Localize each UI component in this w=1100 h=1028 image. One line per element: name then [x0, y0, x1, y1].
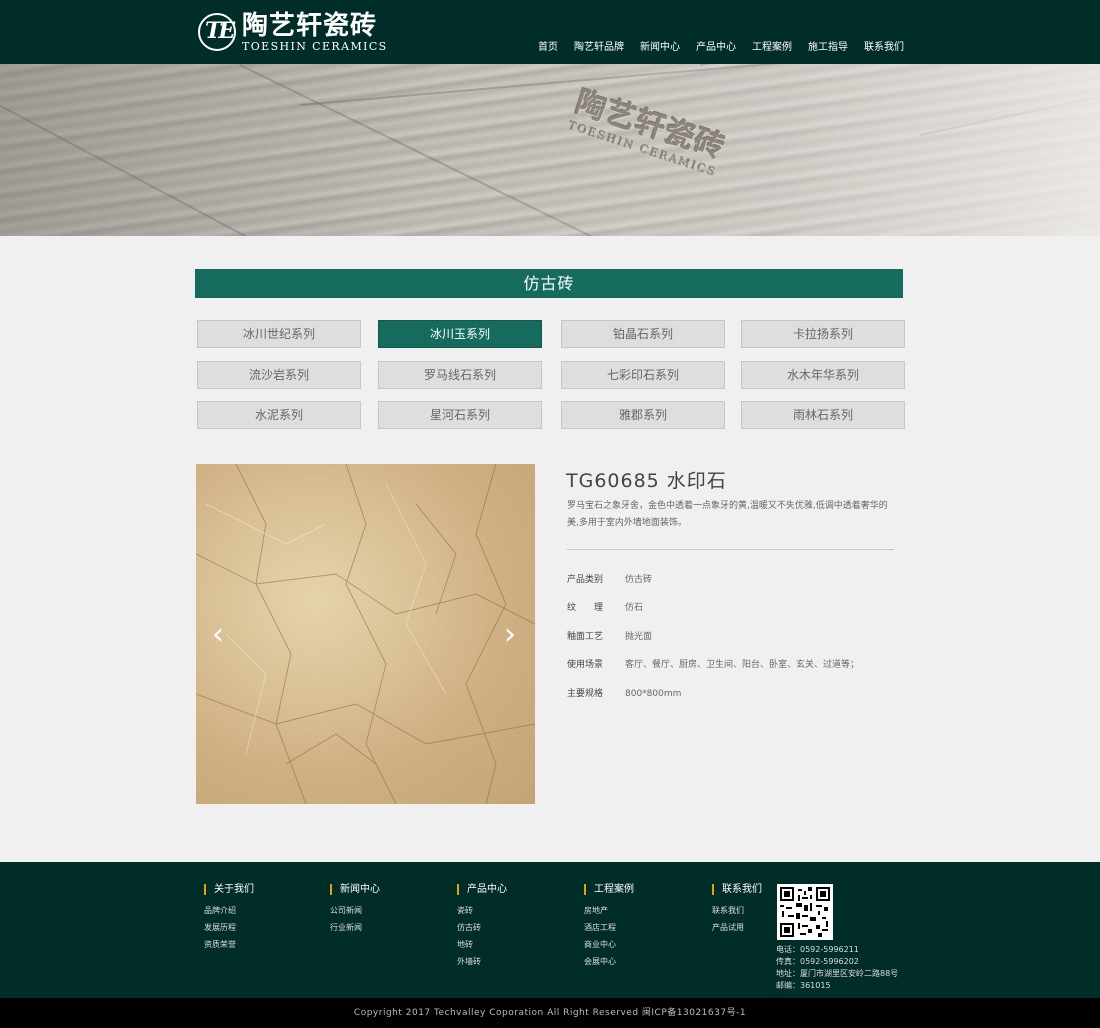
- product-divider: [567, 549, 894, 550]
- series-button[interactable]: 冰川世纪系列: [197, 320, 361, 348]
- logo-mark-text: TE: [205, 18, 235, 44]
- footer-column-title: 工程案例: [584, 884, 634, 895]
- brand-name-en: TOESHIN CERAMICS: [242, 39, 388, 53]
- nav-news[interactable]: 新闻中心: [640, 38, 680, 53]
- contact-info: 电话：0592-5996211 传真：0592-5996202 地址：厦门市湖里…: [776, 944, 898, 992]
- brand-logo[interactable]: TE 陶艺轩瓷砖 TOESHIN CERAMICS: [198, 10, 388, 54]
- contact-address: 地址：厦门市湖里区安岭二路88号: [776, 969, 899, 978]
- spec-row: 釉面工艺 抛光面: [567, 629, 652, 642]
- series-button[interactable]: 水泥系列: [197, 401, 361, 429]
- copyright-bar: Copyright 2017 Techvalley Coporation All…: [0, 998, 1100, 1028]
- footer-link[interactable]: 商业中心: [584, 936, 634, 953]
- footer-link[interactable]: 品牌介绍: [204, 902, 254, 919]
- series-button[interactable]: 流沙岩系列: [197, 361, 361, 389]
- series-button[interactable]: 水木年华系列: [741, 361, 905, 389]
- product-title: TG60685 水印石: [566, 470, 727, 492]
- product-image-slider: ‹ ›: [196, 464, 535, 804]
- brand-name-cn: 陶艺轩瓷砖: [242, 10, 378, 41]
- spec-row: 产品类别 仿古砖: [567, 572, 652, 585]
- next-arrow-icon[interactable]: ›: [500, 620, 520, 650]
- series-button[interactable]: 冰川玉系列: [378, 320, 542, 348]
- footer-column-title: 联系我们: [712, 884, 762, 895]
- contact-phone: 电话：0592-5996211: [776, 945, 859, 954]
- qr-code-graphic: [780, 887, 830, 937]
- qr-code-icon: [777, 884, 833, 940]
- footer-link[interactable]: 仿古砖: [457, 919, 507, 936]
- series-button[interactable]: 七彩印石系列: [561, 361, 725, 389]
- footer-link[interactable]: 行业新闻: [330, 919, 380, 936]
- spec-row: 纹 理 仿石: [567, 600, 643, 613]
- product-description: 罗马宝石之象牙舍，金色中透着一点象牙的黄,温暖又不失优雅,低调中透着奢华的美,多…: [567, 501, 888, 528]
- nav-contact[interactable]: 联系我们: [864, 38, 904, 53]
- series-button[interactable]: 雅郡系列: [561, 401, 725, 429]
- series-button[interactable]: 卡拉扬系列: [741, 320, 905, 348]
- nav-cases[interactable]: 工程案例: [752, 38, 792, 53]
- footer-column-title: 新闻中心: [330, 884, 380, 895]
- site-header: TE 陶艺轩瓷砖 TOESHIN CERAMICS 首页 陶艺轩品牌 新闻中心 …: [0, 0, 1100, 64]
- spec-key: 主要规格: [567, 689, 604, 699]
- spec-key: 产品类别: [567, 575, 604, 585]
- footer-link[interactable]: 联系我们: [712, 902, 762, 919]
- series-button[interactable]: 罗马线石系列: [378, 361, 542, 389]
- banner-sheen: [0, 64, 1100, 236]
- spec-key: 釉面工艺: [567, 632, 604, 642]
- footer-column-title: 产品中心: [457, 884, 507, 895]
- prev-arrow-icon[interactable]: ‹: [208, 620, 228, 650]
- contact-fax: 传真：0592-5996202: [776, 957, 859, 966]
- footer-link[interactable]: 会展中心: [584, 953, 634, 970]
- spec-value: 仿古砖: [625, 575, 653, 585]
- site-footer: 关于我们 品牌介绍 发展历程 资质荣誉 新闻中心 公司新闻 行业新闻 产品中心 …: [0, 862, 1100, 998]
- spec-row: 主要规格 800*800mm: [567, 686, 681, 699]
- series-button[interactable]: 星河石系列: [378, 401, 542, 429]
- spec-key: 纹 理: [567, 603, 604, 613]
- logo-mark-icon: TE: [198, 13, 236, 51]
- footer-column-about: 关于我们 品牌介绍 发展历程 资质荣誉: [204, 884, 254, 953]
- footer-link[interactable]: 产品试用: [712, 919, 762, 936]
- spec-value: 800*800mm: [625, 689, 682, 699]
- marble-texture: [196, 464, 535, 804]
- hero-banner: 陶艺轩瓷砖 TOESHIN CERAMICS: [0, 64, 1100, 236]
- nav-home[interactable]: 首页: [538, 38, 558, 53]
- main-nav: 首页 陶艺轩品牌 新闻中心 产品中心 工程案例 施工指导 联系我们: [522, 38, 904, 53]
- section-title: 仿古砖: [195, 269, 903, 298]
- nav-products[interactable]: 产品中心: [696, 38, 736, 53]
- nav-guide[interactable]: 施工指导: [808, 38, 848, 53]
- footer-column-cases: 工程案例 房地产 酒店工程 商业中心 会展中心: [584, 884, 634, 970]
- footer-link[interactable]: 公司新闻: [330, 902, 380, 919]
- footer-link[interactable]: 外墙砖: [457, 953, 507, 970]
- logo-text: 陶艺轩瓷砖 TOESHIN CERAMICS: [242, 12, 388, 53]
- footer-link[interactable]: 资质荣誉: [204, 936, 254, 953]
- footer-column-title: 关于我们: [204, 884, 254, 895]
- spec-value: 抛光面: [625, 632, 653, 642]
- series-button[interactable]: 雨林石系列: [741, 401, 905, 429]
- nav-brand[interactable]: 陶艺轩品牌: [574, 38, 624, 53]
- series-button[interactable]: 铂晶石系列: [561, 320, 725, 348]
- footer-column-products: 产品中心 瓷砖 仿古砖 地砖 外墙砖: [457, 884, 507, 970]
- spec-key: 使用场景: [567, 660, 604, 670]
- spec-value: 客厅、餐厅、厨房、卫生间、阳台、卧室、玄关、过道等；: [625, 660, 860, 670]
- footer-link[interactable]: 瓷砖: [457, 902, 507, 919]
- footer-column-news: 新闻中心 公司新闻 行业新闻: [330, 884, 380, 936]
- footer-link[interactable]: 发展历程: [204, 919, 254, 936]
- contact-postcode: 邮编：361015: [776, 981, 831, 990]
- footer-column-contact: 联系我们 联系我们 产品试用: [712, 884, 762, 936]
- footer-link[interactable]: 酒店工程: [584, 919, 634, 936]
- spec-value: 仿石: [625, 603, 644, 613]
- spec-row: 使用场景 客厅、餐厅、厨房、卫生间、阳台、卧室、玄关、过道等；: [567, 657, 859, 670]
- footer-link[interactable]: 地砖: [457, 936, 507, 953]
- footer-link[interactable]: 房地产: [584, 902, 634, 919]
